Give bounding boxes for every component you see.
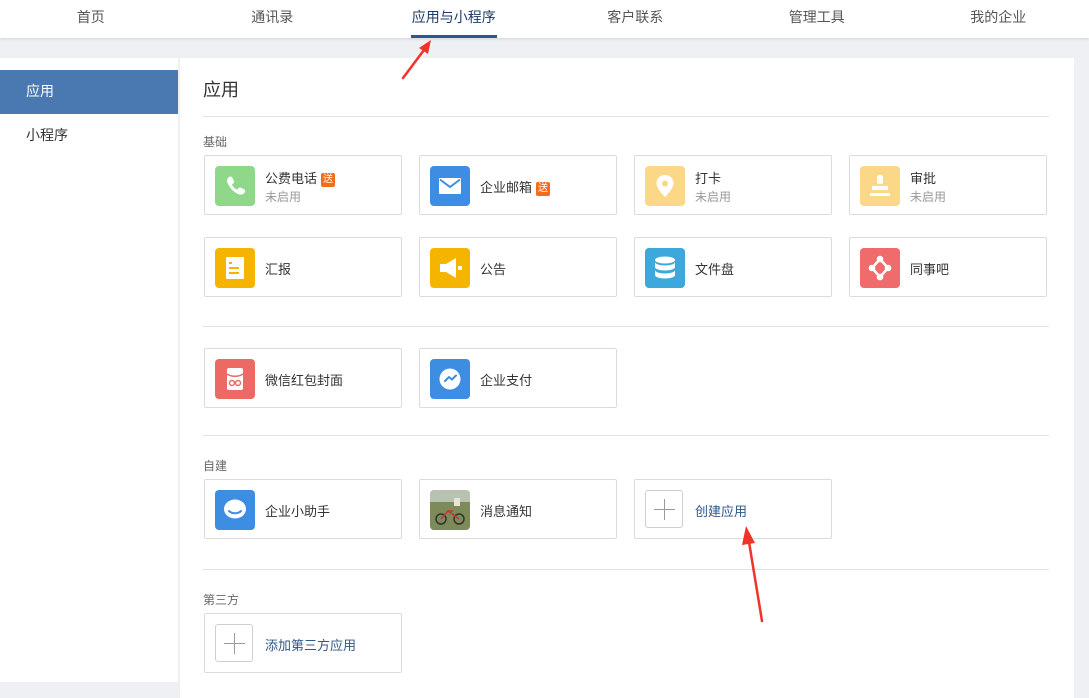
red-packet-icon — [215, 359, 255, 399]
main-panel: 应用 基础 公费电话送 未启用 企业邮箱送 打卡 未启用 审批 未启用 汇报 — [180, 58, 1074, 698]
app-card-checkin[interactable]: 打卡 未启用 — [634, 155, 832, 215]
divider — [203, 569, 1049, 570]
app-card-report[interactable]: 汇报 — [204, 237, 402, 297]
app-name: 企业邮箱送 — [480, 177, 550, 196]
add-third-party-label: 添加第三方应用 — [265, 635, 356, 654]
app-card-file-disk[interactable]: 文件盘 — [634, 237, 832, 297]
divider — [203, 326, 1049, 327]
nav-my-enterprise[interactable]: 我的企业 — [908, 0, 1089, 38]
top-nav: 首页 通讯录 应用与小程序 客户联系 管理工具 我的企业 — [0, 0, 1089, 38]
megaphone-icon — [430, 248, 470, 288]
create-app-label: 创建应用 — [695, 501, 747, 520]
app-name: 公告 — [480, 259, 506, 278]
section-label-third-party: 第三方 — [203, 591, 239, 608]
app-status: 未启用 — [265, 188, 301, 205]
create-app-button[interactable]: 创建应用 — [634, 479, 832, 539]
divider — [203, 435, 1049, 436]
photo-thumbnail-icon — [430, 490, 470, 530]
app-card-announcement[interactable]: 公告 — [419, 237, 617, 297]
app-name: 企业支付 — [480, 370, 532, 389]
app-card-approval[interactable]: 审批 未启用 — [849, 155, 1047, 215]
app-card-enterprise-mail[interactable]: 企业邮箱送 — [419, 155, 617, 215]
app-status: 未启用 — [695, 188, 731, 205]
app-card-message-notify[interactable]: 消息通知 — [419, 479, 617, 539]
app-card-enterprise-pay[interactable]: 企业支付 — [419, 348, 617, 408]
sidebar-item-miniprograms[interactable]: 小程序 — [0, 114, 178, 158]
app-status: 未启用 — [910, 188, 946, 205]
plus-icon — [215, 624, 253, 662]
app-card-colleague-bar[interactable]: 同事吧 — [849, 237, 1047, 297]
report-icon — [215, 248, 255, 288]
app-name: 打卡 — [695, 168, 721, 187]
app-name: 汇报 — [265, 259, 291, 278]
app-name: 企业小助手 — [265, 501, 330, 520]
stamp-icon — [860, 166, 900, 206]
nav-management-tools[interactable]: 管理工具 — [726, 0, 908, 38]
gift-badge: 送 — [536, 182, 550, 196]
page-title: 应用 — [203, 76, 239, 102]
section-label-custom: 自建 — [203, 457, 227, 474]
nav-contacts[interactable]: 通讯录 — [182, 0, 364, 38]
app-card-enterprise-assistant[interactable]: 企业小助手 — [204, 479, 402, 539]
add-third-party-app-button[interactable]: 添加第三方应用 — [204, 613, 402, 673]
pay-bubble-icon — [430, 359, 470, 399]
app-card-public-phone[interactable]: 公费电话送 未启用 — [204, 155, 402, 215]
app-name: 消息通知 — [480, 501, 532, 520]
location-pin-icon — [645, 166, 685, 206]
share-network-icon — [860, 248, 900, 288]
mail-icon — [430, 166, 470, 206]
sidebar-item-apps[interactable]: 应用 — [0, 70, 178, 114]
database-icon — [645, 248, 685, 288]
section-label-basic: 基础 — [203, 133, 227, 150]
app-name: 公费电话送 — [265, 168, 335, 187]
nav-home[interactable]: 首页 — [0, 0, 182, 38]
sidebar: 应用 小程序 — [0, 58, 178, 682]
nav-customer-contact[interactable]: 客户联系 — [545, 0, 727, 38]
phone-icon — [215, 166, 255, 206]
nav-apps-miniprograms[interactable]: 应用与小程序 — [363, 0, 545, 38]
app-name: 文件盘 — [695, 259, 734, 278]
divider — [203, 116, 1049, 117]
app-card-red-packet-cover[interactable]: 微信红包封面 — [204, 348, 402, 408]
app-name: 审批 — [910, 168, 936, 187]
app-name: 同事吧 — [910, 259, 949, 278]
plus-icon — [645, 490, 683, 528]
gift-badge: 送 — [321, 173, 335, 187]
app-name: 微信红包封面 — [265, 370, 343, 389]
chat-bubble-icon — [215, 490, 255, 530]
